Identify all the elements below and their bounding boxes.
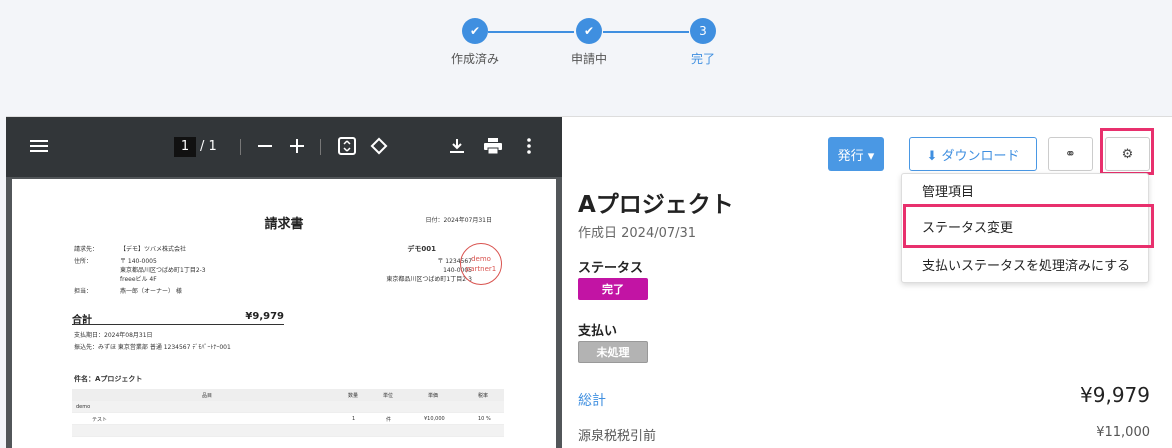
- item-price: ¥10,000: [424, 416, 445, 422]
- stamp-line: demo: [471, 255, 491, 263]
- gear-highlight: [1100, 128, 1154, 175]
- download-button[interactable]: ⬇ ダウンロード: [909, 137, 1037, 171]
- col-tax: 税率: [478, 393, 489, 399]
- page-title: Aプロジェクト: [578, 192, 734, 218]
- withholding-value: ¥11,000: [1096, 425, 1150, 440]
- item-qty: 1: [352, 416, 356, 422]
- step-applying: ✔ 申請中: [544, 18, 634, 67]
- created-date: 作成日 2024/07/31: [578, 226, 697, 241]
- table-header: 品目 数量 単位 単価 税率: [72, 389, 504, 401]
- address-line1: 東京都品川区つばめ町1丁目2-3: [120, 267, 206, 274]
- bill-to-label: 請求先：: [74, 246, 99, 253]
- check-icon: ✔: [576, 18, 602, 44]
- sender-address: 東京都品川区つばめ町1丁目2-3: [386, 276, 472, 283]
- download-icon[interactable]: [446, 135, 468, 157]
- total-value: ¥9,979: [245, 311, 284, 322]
- col-unit: 単位: [383, 393, 394, 399]
- more-icon[interactable]: [518, 135, 540, 157]
- withholding-label: 源泉税税引前: [578, 429, 657, 444]
- invoice-page: 請求書 日付：2024年07月31日 請求先： 【デモ】ツバメ株式会社 住所： …: [12, 179, 556, 448]
- table-row: demo: [72, 401, 504, 413]
- table-row: テスト 1 件 ¥10,000 10 %: [72, 413, 504, 425]
- step-label: 完了: [690, 52, 715, 66]
- progress-stepper: ✔ 作成済み ✔ 申請中 3 完了: [0, 0, 1172, 116]
- subject: 件名：Aプロジェクト: [74, 375, 143, 383]
- rotate-icon[interactable]: [368, 135, 390, 157]
- step-number: 3: [690, 18, 716, 44]
- group-name: demo: [76, 404, 91, 410]
- stamp-line: partner1: [465, 265, 497, 273]
- check-icon: ✔: [462, 18, 488, 44]
- menu-item-manage[interactable]: 管理項目: [922, 181, 974, 200]
- toolbar-divider: [240, 139, 241, 155]
- table-row: [72, 425, 504, 437]
- zoom-out-icon[interactable]: [254, 135, 276, 157]
- invoice-date: 日付：2024年07月31日: [425, 217, 492, 224]
- issue-button[interactable]: 発行 ▾: [828, 137, 884, 171]
- menu-item-mark-paid[interactable]: 支払いステータスを処理済みにする: [922, 255, 1130, 274]
- step-created: ✔ 作成済み: [430, 18, 520, 67]
- status-label: ステータス: [578, 261, 644, 276]
- payment-badge: 未処理: [578, 341, 648, 363]
- step-label: 申請中: [570, 52, 607, 66]
- total-label[interactable]: 総計: [578, 390, 606, 410]
- pdf-toolbar: 1 / 1: [6, 117, 562, 177]
- invoice-table: 品目 数量 単位 単価 税率 demo テスト 1 件 ¥10,000 10 %: [72, 389, 504, 437]
- page-number-input[interactable]: 1: [174, 137, 196, 157]
- item-unit: 件: [386, 417, 392, 423]
- contact-value: 燕一郎（オーナー） 様: [120, 288, 182, 295]
- print-icon[interactable]: [482, 135, 504, 157]
- contact-label: 担当：: [74, 288, 93, 295]
- pdf-viewer: 1 / 1 請求書 日付：2024年07月31日 請求先： 【デモ】ツバメ株式会…: [6, 116, 562, 448]
- seal-stamp: demo partner1: [460, 243, 502, 285]
- bank-info: 振込先：みずほ 東京営業部 普通 1234567 ﾃﾞﾓﾊﾟｰﾄﾅｰ001: [74, 344, 231, 351]
- menu-icon[interactable]: [28, 135, 50, 157]
- page-total: / 1: [200, 139, 217, 154]
- bill-to-value: 【デモ】ツバメ株式会社: [120, 246, 187, 253]
- col-price: 単価: [428, 393, 439, 399]
- address-label: 住所：: [74, 258, 93, 265]
- item-name: テスト: [92, 417, 108, 423]
- col-item: 品目: [202, 393, 213, 399]
- col-qty: 数量: [348, 393, 359, 399]
- zoom-in-icon[interactable]: [286, 135, 308, 157]
- fit-page-icon[interactable]: [336, 135, 358, 157]
- address-zip: 〒 140-0005: [120, 258, 157, 265]
- step-completed: 3 完了: [658, 18, 748, 67]
- step-label: 作成済み: [450, 52, 499, 66]
- toolbar-divider: [320, 139, 321, 155]
- total-value: ¥9,979: [1080, 383, 1150, 407]
- total-label: 合計: [72, 315, 92, 326]
- sender-name: デモ001: [407, 245, 436, 253]
- address-line2: freeeビル 4F: [120, 276, 157, 283]
- invoice-total: 合計 ¥9,979: [72, 309, 284, 326]
- due-date: 支払期日：2024年08月31日: [74, 332, 153, 339]
- menu-highlight: [903, 204, 1154, 248]
- payment-label: 支払い: [578, 324, 618, 339]
- status-badge: 完了: [578, 278, 648, 300]
- item-tax: 10 %: [478, 416, 491, 422]
- link-icon[interactable]: ⚭: [1048, 137, 1093, 171]
